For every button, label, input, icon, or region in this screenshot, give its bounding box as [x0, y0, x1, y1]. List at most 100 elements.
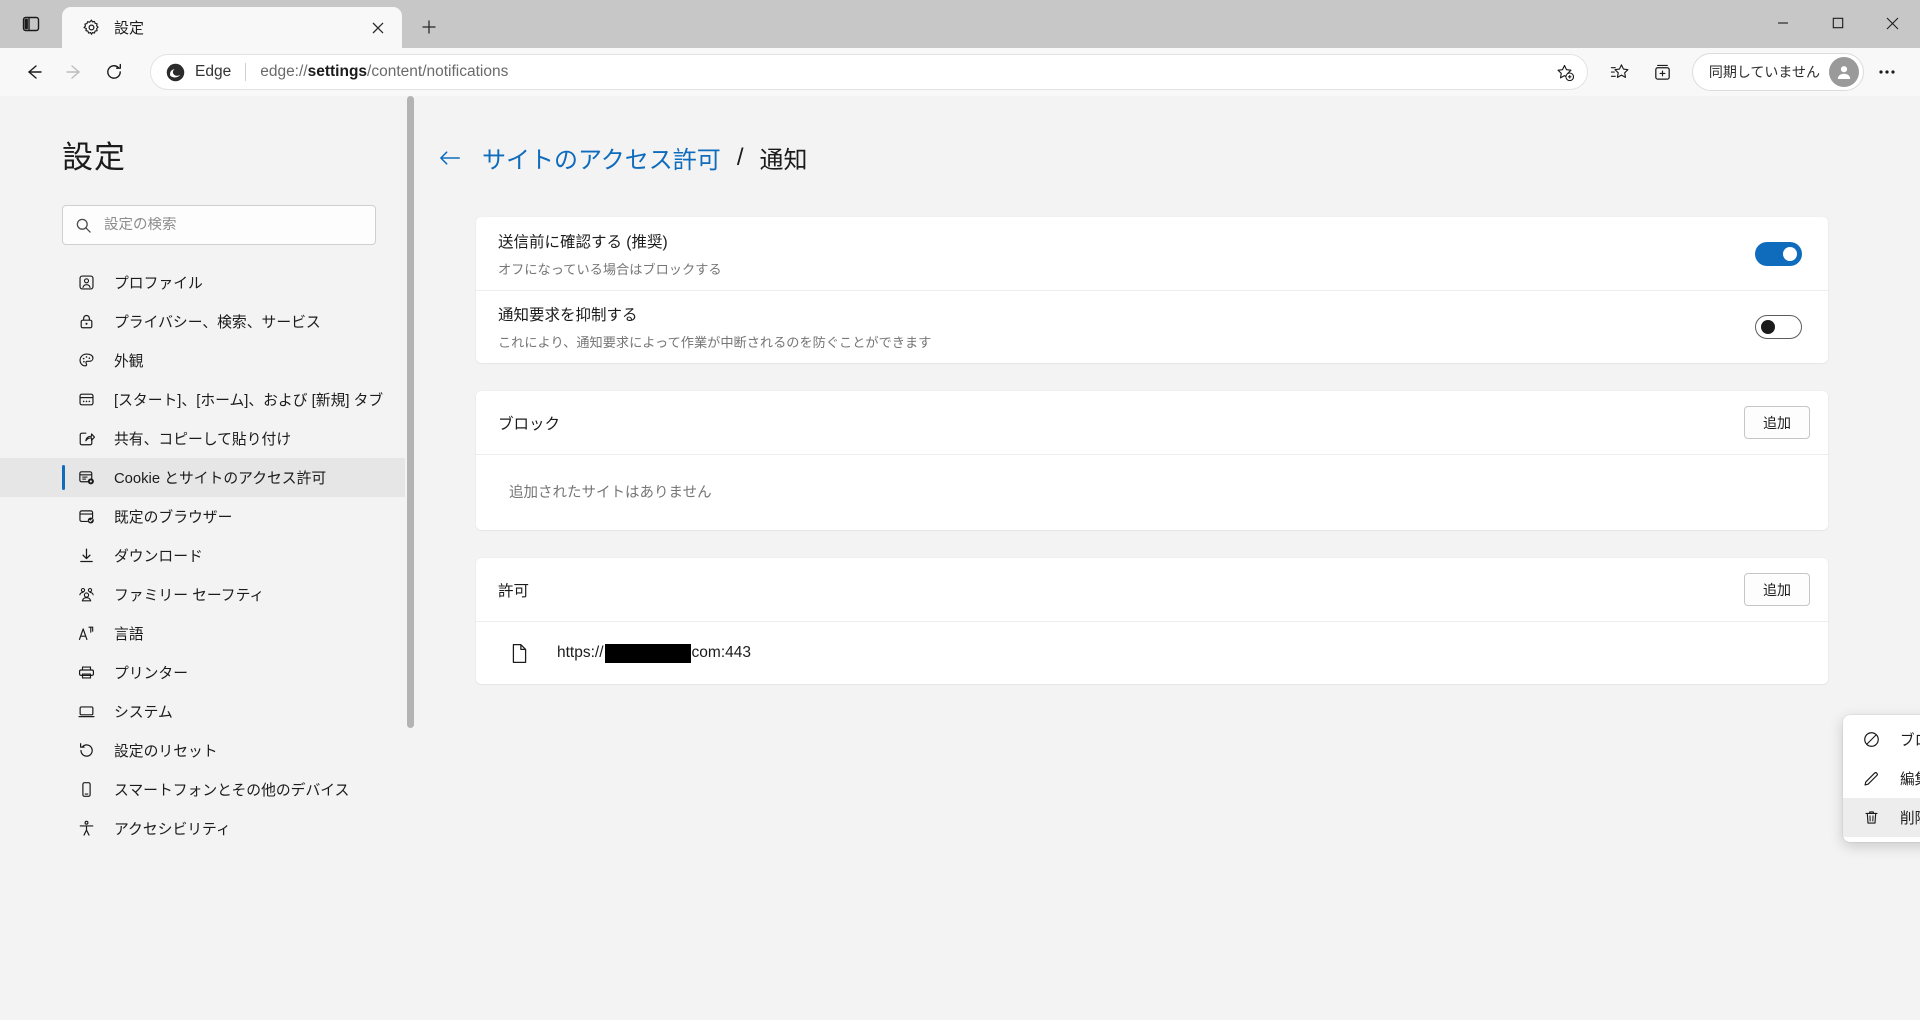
- sidebar-item-cookies-site-permissions[interactable]: Cookie とサイトのアクセス許可: [0, 458, 416, 497]
- forward-button[interactable]: [54, 52, 94, 92]
- sidebar-item-accessibility[interactable]: アクセシビリティ: [0, 809, 416, 848]
- breadcrumb-back-button[interactable]: [438, 148, 466, 168]
- url-text: edge://settings/content/notifications: [260, 63, 1549, 81]
- title-bar: 設定: [0, 0, 1920, 48]
- maximize-icon: [1832, 17, 1843, 29]
- block-add-button[interactable]: 追加: [1744, 406, 1810, 439]
- site-url-suffix: com:443: [691, 644, 751, 661]
- allow-section-body: https:// com:443: [476, 621, 1828, 684]
- sidebar-item-family-safety[interactable]: ファミリー セーフティ: [0, 575, 416, 614]
- profile-icon: [76, 273, 96, 293]
- sidebar-item-printers[interactable]: プリンター: [0, 653, 416, 692]
- profile-sync-label: 同期していません: [1708, 64, 1820, 80]
- system-icon: [76, 702, 96, 722]
- phone-icon: [76, 780, 96, 800]
- cookie-settings-icon: [76, 468, 96, 488]
- sidebar-item-profile[interactable]: プロファイル: [0, 263, 416, 302]
- block-section-header: ブロック 追加: [476, 391, 1828, 454]
- share-icon: [76, 429, 96, 449]
- back-button[interactable]: [14, 52, 54, 92]
- sidebar-item-label: アクセシビリティ: [114, 822, 231, 838]
- section-title: 許可: [498, 582, 530, 600]
- tab-close-button[interactable]: [364, 14, 392, 42]
- close-icon: [372, 22, 384, 33]
- language-icon: [76, 624, 96, 644]
- ellipsis-icon: [1879, 70, 1895, 74]
- block-empty-message: 追加されたサイトはありません: [509, 485, 712, 501]
- sidebar-item-share-copy-paste[interactable]: 共有、コピーして貼り付け: [0, 419, 416, 458]
- profile-button[interactable]: 同期していません: [1691, 53, 1864, 91]
- browser-menu-button[interactable]: [1868, 53, 1906, 91]
- new-tab-button[interactable]: [410, 8, 448, 46]
- window-controls: [1755, 0, 1920, 46]
- context-menu-item-delete[interactable]: 削除: [1843, 798, 1920, 837]
- document-icon: [509, 643, 529, 663]
- window-close-button[interactable]: [1865, 0, 1920, 46]
- site-url: https:// com:443: [557, 643, 751, 663]
- tab-strip-left: [0, 0, 62, 48]
- toggle-ask-before-sending[interactable]: [1755, 241, 1802, 266]
- browser-tab[interactable]: 設定: [62, 7, 402, 48]
- tab-title: 設定: [114, 20, 145, 37]
- setting-title: 通知要求を抑制する: [498, 307, 638, 324]
- toggle-knob: [1761, 320, 1775, 334]
- close-icon: [1886, 17, 1899, 29]
- download-icon: [76, 546, 96, 566]
- settings-sidebar: 設定 プロファイル: [0, 96, 416, 1020]
- settings-search-box[interactable]: [62, 205, 376, 245]
- sidebar-item-phone-other-devices[interactable]: スマートフォンとその他のデバイス: [0, 770, 416, 809]
- sidebar-item-label: 言語: [114, 627, 144, 643]
- toggle-knob: [1783, 246, 1797, 261]
- sidebar-item-label: プライバシー、検索、サービス: [114, 315, 321, 331]
- block-icon: [1861, 730, 1881, 750]
- allow-add-button[interactable]: 追加: [1744, 573, 1810, 606]
- default-browser-icon: [76, 507, 96, 527]
- sidebar-item-reset-settings[interactable]: 設定のリセット: [0, 731, 416, 770]
- context-menu-item-edit[interactable]: 編集: [1843, 759, 1920, 798]
- sidebar-item-start-home-newtab[interactable]: [スタート]、[ホーム]、および [新規] タブ: [0, 380, 416, 419]
- page-title: 設定: [62, 140, 126, 175]
- sidebar-item-label: 既定のブラウザー: [114, 510, 233, 526]
- settings-nav-list: プロファイル プライバシー、検索、サービス 外観 [スタート]、[ホーム]、およ…: [0, 263, 416, 848]
- sidebar-scrollbar-thumb[interactable]: [407, 96, 414, 728]
- family-icon: [76, 585, 96, 605]
- address-bar[interactable]: Edge edge://settings/content/notificatio…: [150, 54, 1588, 90]
- sidebar-item-label: プロファイル: [114, 276, 203, 292]
- sidebar-item-downloads[interactable]: ダウンロード: [0, 536, 416, 575]
- gear-icon: [80, 17, 102, 39]
- breadcrumb-parent-link[interactable]: サイトのアクセス許可: [482, 140, 721, 175]
- context-menu-item-label: ブロック: [1900, 733, 1920, 749]
- edge-logo-icon: [166, 63, 185, 81]
- sidebar-item-system[interactable]: システム: [0, 692, 416, 731]
- context-menu-item-block[interactable]: ブロック: [1843, 720, 1920, 759]
- sidebar-item-privacy[interactable]: プライバシー、検索、サービス: [0, 302, 416, 341]
- collections-button[interactable]: [1644, 53, 1682, 91]
- sidebar-item-default-browser[interactable]: 既定のブラウザー: [0, 497, 416, 536]
- allow-section-card: 許可 追加 https:// com:443: [476, 558, 1828, 684]
- list-item[interactable]: https:// com:443: [476, 622, 1828, 684]
- sidebar-item-appearance[interactable]: 外観: [0, 341, 416, 380]
- setting-row-quiet-notification-requests: 通知要求を抑制する これにより、通知要求によって作業が中断されるのを防ぐことがで…: [476, 290, 1828, 363]
- sidebar-item-languages[interactable]: 言語: [0, 614, 416, 653]
- window-maximize-button[interactable]: [1810, 0, 1865, 46]
- toggle-quiet-notification-requests[interactable]: [1755, 315, 1802, 339]
- window-icon: [76, 390, 96, 410]
- add-favorite-button[interactable]: [1549, 56, 1581, 88]
- minimize-icon: [1777, 22, 1788, 24]
- search-input[interactable]: [104, 217, 363, 233]
- sidebar-item-label: ファミリー セーフティ: [114, 588, 265, 604]
- window-minimize-button[interactable]: [1755, 0, 1810, 46]
- sidebar-item-label: システム: [114, 705, 173, 721]
- browser-toolbar: Edge edge://settings/content/notificatio…: [0, 48, 1920, 96]
- collections-icon: [1655, 64, 1671, 80]
- palette-icon: [76, 351, 96, 371]
- notification-toggles-card: 送信前に確認する (推奨) オフになっている場合はブロックする 通知要求を抑制す…: [476, 217, 1828, 363]
- favorites-button[interactable]: [1602, 53, 1640, 91]
- sidebar-item-label: プリンター: [114, 666, 188, 682]
- refresh-button[interactable]: [94, 52, 134, 92]
- tab-search-button[interactable]: [14, 7, 48, 41]
- favorites-icon: [1611, 63, 1629, 78]
- trash-icon: [1861, 808, 1881, 828]
- star-add-icon: [1557, 64, 1575, 81]
- sidebar-scrollbar[interactable]: [405, 96, 416, 1020]
